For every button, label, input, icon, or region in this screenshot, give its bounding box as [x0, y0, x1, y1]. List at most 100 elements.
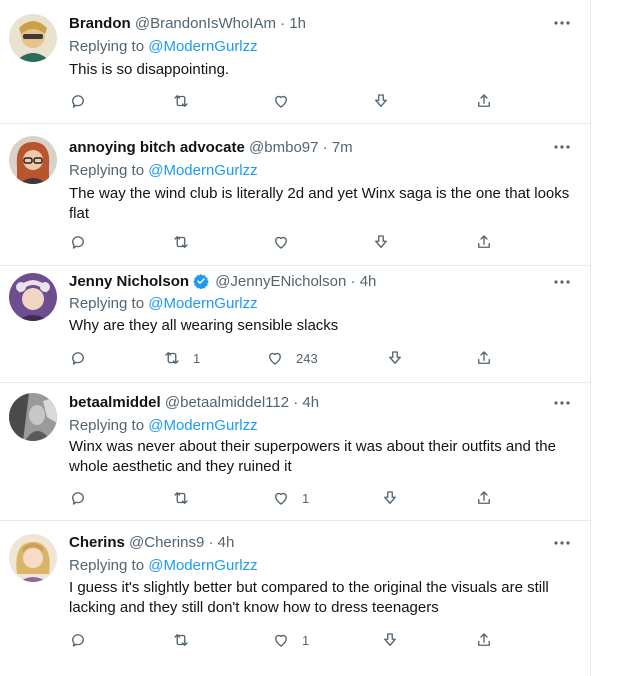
timestamp[interactable]: 1h	[289, 15, 306, 32]
retweet-icon	[174, 492, 188, 504]
share-button[interactable]	[475, 486, 493, 510]
retweet-button[interactable]	[172, 628, 202, 652]
tweet-text: I guess it's slightly better but compare…	[69, 579, 549, 616]
like-button[interactable]: 1	[272, 486, 309, 510]
share-icon	[478, 491, 490, 504]
tweet-text: Why are they all wearing sensible slacks	[69, 317, 339, 334]
tweet-header: annoying bitch advocate @bmbo97 · 7m	[69, 138, 353, 158]
replying-to: Replying to @ModernGurlzz	[69, 161, 258, 181]
reply-button[interactable]	[69, 628, 99, 652]
user-handle[interactable]: @Cherins9	[129, 534, 204, 551]
tweet[interactable]: betaalmiddel @betaalmiddel112 · 4h Reply…	[0, 383, 590, 521]
heart-icon	[275, 634, 287, 647]
share-icon	[478, 94, 490, 107]
avatar[interactable]	[9, 14, 57, 62]
mention-link[interactable]: @ModernGurlzz	[148, 557, 257, 574]
retweet-icon	[165, 352, 179, 364]
reply-button[interactable]	[69, 486, 99, 510]
mention-link[interactable]: @ModernGurlzz	[148, 417, 257, 434]
share-button[interactable]	[475, 230, 493, 254]
download-button[interactable]	[386, 346, 404, 370]
mention-link[interactable]: @ModernGurlzz	[148, 295, 257, 312]
reply-button[interactable]	[69, 230, 99, 254]
share-button[interactable]	[475, 89, 493, 113]
timestamp[interactable]: 7m	[332, 139, 353, 156]
retweet-icon	[174, 95, 188, 107]
heart-icon	[275, 95, 287, 108]
reply-icon	[72, 95, 84, 108]
like-button[interactable]: 1	[272, 628, 309, 652]
replying-to-label: Replying to	[69, 162, 149, 179]
reply-button[interactable]	[69, 346, 99, 370]
retweet-icon	[174, 634, 188, 646]
timestamp[interactable]: 4h	[360, 273, 377, 290]
like-button[interactable]	[272, 89, 302, 113]
heart-icon	[275, 236, 287, 249]
tweet-actions: 1	[69, 486, 499, 510]
user-handle[interactable]: @JennyENicholson	[215, 273, 346, 290]
tweet-header: Brandon @BrandonIsWhoIAm · 1h	[69, 14, 306, 34]
retweet-button[interactable]	[172, 230, 202, 254]
more-options-icon[interactable]	[552, 536, 572, 550]
display-name[interactable]: Jenny Nicholson	[69, 273, 189, 290]
share-button[interactable]	[475, 346, 493, 370]
replying-to: Replying to @ModernGurlzz	[69, 416, 258, 436]
retweet-button[interactable]	[172, 89, 202, 113]
user-handle[interactable]: @betaalmiddel112	[165, 394, 289, 411]
timestamp[interactable]: 4h	[302, 394, 319, 411]
reply-icon	[72, 352, 84, 365]
share-icon	[478, 351, 490, 364]
tweet-header: Cherins @Cherins9 · 4h	[69, 533, 234, 553]
user-handle[interactable]: @BrandonIsWhoIAm	[135, 15, 276, 32]
timestamp[interactable]: 4h	[218, 534, 235, 551]
reply-feed: Brandon @BrandonIsWhoIAm · 1h Replying t…	[0, 0, 591, 676]
mention-link[interactable]: @ModernGurlzz	[148, 162, 257, 179]
avatar[interactable]	[9, 136, 57, 184]
tweet-actions: 1 243	[69, 346, 499, 370]
download-button[interactable]	[372, 89, 390, 113]
more-options-icon[interactable]	[552, 16, 572, 30]
separator-dot: ·	[208, 534, 214, 551]
replying-to-label: Replying to	[69, 38, 149, 55]
user-handle[interactable]: @bmbo97	[249, 139, 318, 156]
more-options-icon[interactable]	[552, 396, 572, 410]
arrow-down-icon	[384, 491, 396, 504]
tweet-text: The way the wind club is literally 2d an…	[69, 185, 570, 222]
display-name[interactable]: betaalmiddel	[69, 394, 161, 411]
arrow-down-icon	[389, 351, 401, 364]
more-options-icon[interactable]	[552, 140, 572, 154]
arrow-down-icon	[384, 633, 396, 646]
tweet[interactable]: annoying bitch advocate @bmbo97 · 7m Rep…	[0, 124, 590, 266]
tweet[interactable]: Jenny Nicholson @JennyENicholson · 4h Re…	[0, 266, 590, 383]
like-count: 243	[296, 350, 318, 366]
like-count: 1	[302, 490, 310, 506]
separator-dot: ·	[280, 15, 286, 32]
replying-to-label: Replying to	[69, 295, 149, 312]
download-button[interactable]	[381, 628, 399, 652]
tweet-header: Jenny Nicholson @JennyENicholson · 4h	[69, 272, 376, 292]
retweet-icon	[174, 236, 188, 248]
download-button[interactable]	[372, 230, 390, 254]
mention-link[interactable]: @ModernGurlzz	[148, 38, 257, 55]
tweet[interactable]: Cherins @Cherins9 · 4h Replying to @Mode…	[0, 521, 590, 676]
heart-icon	[275, 492, 287, 505]
share-icon	[478, 235, 490, 248]
like-count: 1	[302, 632, 310, 648]
reply-button[interactable]	[69, 89, 99, 113]
avatar[interactable]	[9, 534, 57, 582]
download-button[interactable]	[381, 486, 399, 510]
display-name[interactable]: Cherins	[69, 534, 125, 551]
like-button[interactable]	[272, 230, 302, 254]
more-options-icon[interactable]	[552, 275, 572, 289]
like-button[interactable]: 243	[266, 346, 318, 370]
display-name[interactable]: annoying bitch advocate	[69, 139, 245, 156]
share-icon	[478, 633, 490, 646]
display-name[interactable]: Brandon	[69, 15, 131, 32]
retweet-button[interactable]: 1	[163, 346, 200, 370]
reply-icon	[72, 236, 84, 249]
tweet[interactable]: Brandon @BrandonIsWhoIAm · 1h Replying t…	[0, 0, 590, 124]
share-button[interactable]	[475, 628, 493, 652]
avatar[interactable]	[9, 273, 57, 321]
avatar[interactable]	[9, 393, 57, 441]
retweet-button[interactable]	[172, 486, 202, 510]
